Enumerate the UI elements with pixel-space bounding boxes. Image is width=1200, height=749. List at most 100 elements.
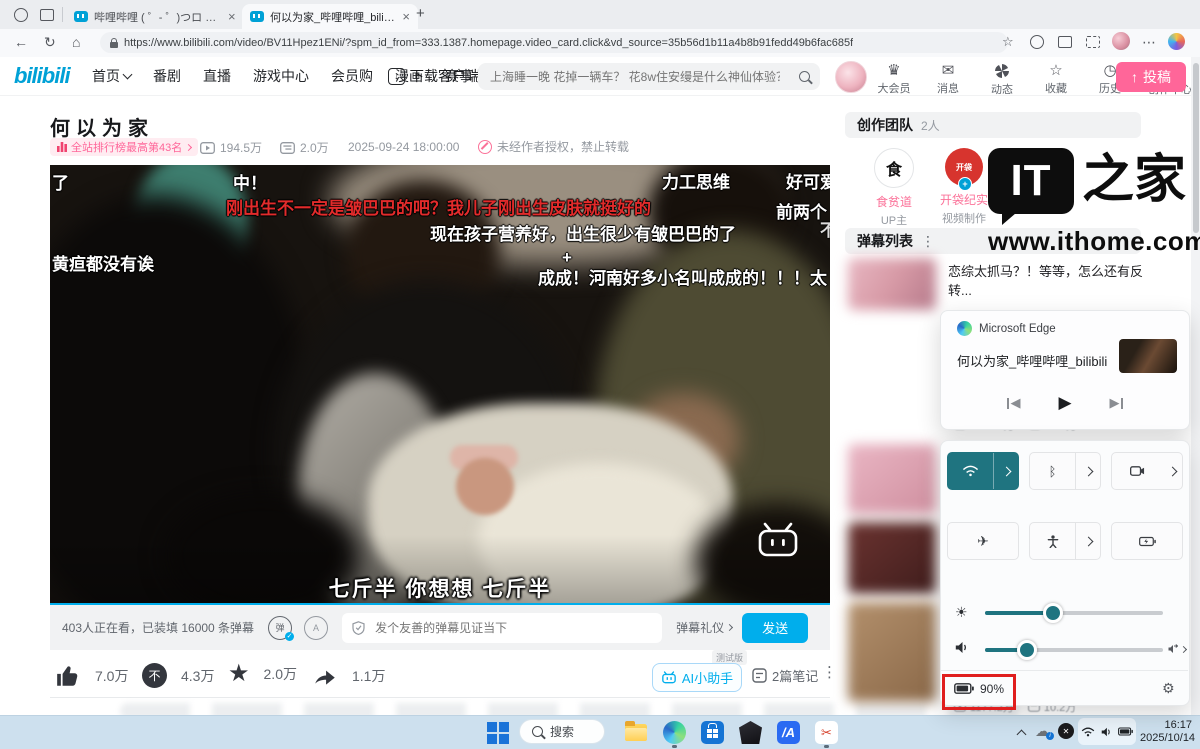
nav-mall[interactable]: 会员购: [331, 66, 373, 86]
nav-live[interactable]: 直播: [203, 66, 231, 86]
start-button[interactable]: [487, 721, 510, 744]
danmaku-etiquette-link[interactable]: 弹幕礼仪: [676, 619, 732, 636]
related-video-title[interactable]: 恋综太抓马？！等等，怎么还有反转...: [948, 262, 1153, 300]
close-icon[interactable]: ×: [228, 10, 236, 23]
publish-date: 2025-09-24 18:00:00: [348, 140, 459, 154]
chevron-right-icon[interactable]: [1162, 453, 1182, 489]
danmaku-input-box[interactable]: [342, 613, 662, 643]
header-action-favorites[interactable]: ☆收藏: [1034, 63, 1078, 96]
blurred-thumbnail[interactable]: [848, 444, 936, 514]
danmaku-list-menu-icon[interactable]: ⋮: [921, 233, 935, 250]
red-highlight-annotation: [942, 674, 1016, 710]
taskbar-search[interactable]: 搜索: [519, 719, 605, 744]
scrollbar-thumb[interactable]: [1193, 63, 1199, 233]
studio-effects-tile[interactable]: [1111, 452, 1183, 490]
brightness-slider-thumb[interactable]: [1043, 603, 1063, 623]
slash-a-app-icon[interactable]: /A: [777, 721, 800, 744]
header-action-messages[interactable]: ✉消息: [926, 63, 970, 96]
danmaku-switch-icon[interactable]: 弹✓: [268, 616, 292, 640]
collections-icon[interactable]: [1058, 36, 1072, 48]
ai-assistant-button[interactable]: AI小助手: [652, 663, 742, 692]
new-tab-button[interactable]: +: [416, 5, 425, 22]
accessibility-tile[interactable]: [1029, 522, 1101, 560]
browser-tab-1[interactable]: 哔哩哔哩 ( ゜- ゜)つロ 干杯~ bilib ×: [66, 4, 252, 29]
tray-clock[interactable]: 16:17 2025/10/14: [1140, 719, 1192, 745]
view-count: 194.5万: [200, 139, 262, 156]
share-button[interactable]: 1.1万: [312, 663, 385, 689]
search-icon: [532, 726, 543, 737]
like-button[interactable]: 7.0万: [55, 663, 128, 689]
airplane-mode-tile[interactable]: ✈: [947, 522, 1019, 560]
team-member[interactable]: 食 食贫道 UP主: [858, 148, 930, 228]
video-player[interactable]: 了 中！ 力工思维 好可爱 刚出生不一定是皱巴巴的吧？我儿子刚出生皮肤就挺好的 …: [50, 165, 830, 605]
coin-button[interactable]: 不 4.3万: [142, 663, 214, 688]
follow-plus-icon[interactable]: +: [958, 177, 972, 191]
browser-essentials-icon[interactable]: [1030, 35, 1044, 49]
rank-badge[interactable]: 全站排行榜最高第43名: [50, 138, 198, 156]
lock-icon: [110, 42, 118, 48]
bili-user-avatar[interactable]: [835, 61, 867, 93]
bilibili-logo[interactable]: bilibili: [14, 63, 70, 89]
divider: [940, 670, 1188, 671]
chevron-right-icon[interactable]: [1076, 453, 1100, 489]
crown-icon: ♛: [872, 63, 916, 80]
browser-tab-2[interactable]: 何以为家_哔哩哔哩_bilibili ×: [242, 4, 418, 29]
header-action-feed[interactable]: 动态: [980, 62, 1024, 97]
refresh-icon[interactable]: ↻: [44, 33, 56, 51]
upload-button[interactable]: ↑ 投稿: [1116, 62, 1186, 92]
energy-saver-tile[interactable]: [1111, 522, 1183, 560]
back-icon[interactable]: ←: [14, 33, 28, 51]
wifi-tile[interactable]: [947, 452, 1019, 490]
screenshot-icon[interactable]: [1086, 36, 1100, 48]
snipping-tool-icon[interactable]: ✂: [815, 721, 838, 744]
bilibili-favicon: [74, 11, 88, 22]
danmaku-text: 中！: [233, 169, 267, 194]
more-actions-icon[interactable]: ⋮: [822, 663, 837, 681]
energy-saver-icon: [1112, 523, 1182, 559]
team-title: 创作团队: [857, 115, 913, 135]
browser-profile-avatar[interactable]: [1112, 32, 1130, 50]
tab-activity-icon[interactable]: [14, 8, 28, 22]
scissors-icon: ✂: [821, 725, 832, 741]
favorite-button[interactable]: ★ 2.0万: [228, 660, 297, 688]
send-danmaku-button[interactable]: 发送: [742, 613, 808, 643]
home-icon[interactable]: ⌂: [72, 33, 80, 51]
notes-button[interactable]: 2篇笔记: [752, 666, 818, 685]
address-bar[interactable]: https://www.bilibili.com/video/BV11Hpez1…: [100, 32, 1008, 53]
nav-home[interactable]: 首页: [92, 66, 131, 86]
coin-icon: 不: [142, 663, 167, 688]
next-track-icon[interactable]: ▶: [1110, 395, 1123, 411]
previous-track-icon[interactable]: ◀: [1007, 395, 1020, 411]
nav-bangumi[interactable]: 番剧: [153, 66, 181, 86]
search-icon[interactable]: [799, 71, 810, 82]
blurred-thumbnail[interactable]: [848, 258, 936, 310]
danmaku-settings-icon[interactable]: A: [304, 616, 328, 640]
edge-taskbar-icon[interactable]: [663, 721, 686, 744]
chevron-right-icon[interactable]: [994, 453, 1018, 489]
copilot-icon[interactable]: [1168, 33, 1185, 50]
settings-gear-icon[interactable]: ⚙: [1162, 680, 1175, 697]
audio-output-icon[interactable]: [1168, 644, 1186, 654]
close-icon[interactable]: ×: [402, 10, 410, 23]
volume-slider-thumb[interactable]: [1017, 640, 1037, 660]
player-logo-button[interactable]: [756, 521, 800, 562]
play-icon[interactable]: ▶: [1058, 393, 1071, 413]
chevron-right-icon[interactable]: [1076, 523, 1100, 559]
header-action-vip[interactable]: ♛大会员: [872, 63, 916, 96]
bluetooth-tile[interactable]: ᛒ: [1029, 452, 1101, 490]
vertical-tabs-icon[interactable]: [40, 9, 54, 21]
file-explorer-icon[interactable]: [625, 721, 648, 744]
search-input[interactable]: [488, 69, 782, 85]
danmaku-input[interactable]: [373, 620, 617, 636]
nav-game-center[interactable]: 游戏中心: [253, 66, 309, 86]
blurred-thumbnail[interactable]: [848, 602, 936, 702]
blurred-thumbnail[interactable]: [848, 522, 936, 594]
microsoft-store-icon[interactable]: [701, 721, 724, 744]
favorites-star-icon[interactable]: ☆: [1002, 33, 1014, 51]
bili-search-box[interactable]: [478, 63, 820, 90]
star-icon: ★: [228, 660, 250, 688]
page-scrollbar[interactable]: [1191, 57, 1200, 715]
tray-app-icon[interactable]: ✕: [1058, 723, 1074, 739]
tray-network-volume-battery[interactable]: [1078, 718, 1136, 745]
more-icon[interactable]: ⋯: [1142, 33, 1156, 51]
